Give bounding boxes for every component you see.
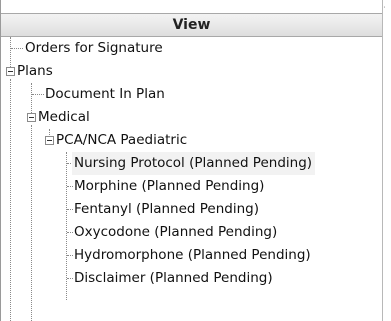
tree-node-disclaimer[interactable]: Disclaimer (Planned Pending) xyxy=(72,267,276,290)
tree-connector xyxy=(11,48,23,49)
resize-grip-icon: ⠄ xyxy=(383,3,388,10)
tree-node-orders-for-signature[interactable]: Orders for Signature xyxy=(23,37,166,60)
navigation-tree[interactable]: Orders for Signature Plans Document In P… xyxy=(1,37,382,321)
tree-node-pca-nca-paediatric[interactable]: PCA/NCA Paediatric xyxy=(54,129,190,152)
panel-header: View xyxy=(1,13,382,37)
tree-node-hydromorphone[interactable]: Hydromorphone (Planned Pending) xyxy=(72,244,314,267)
collapse-pca-nca-paediatric-icon[interactable] xyxy=(45,136,54,145)
tree-connector xyxy=(10,79,11,321)
tree-node-nursing-protocol[interactable]: Nursing Protocol (Planned Pending) xyxy=(72,152,316,175)
view-panel: View Orders for Signature Plans Document… xyxy=(0,0,383,321)
tree-node-plans[interactable]: Plans xyxy=(15,60,56,83)
tree-node-morphine[interactable]: Morphine (Planned Pending) xyxy=(72,175,267,198)
tree-connector xyxy=(31,125,32,321)
tree-node-fentanyl[interactable]: Fentanyl (Planned Pending) xyxy=(72,198,262,221)
tree-node-oxycodone[interactable]: Oxycodone (Planned Pending) xyxy=(72,221,280,244)
collapse-plans-icon[interactable] xyxy=(6,67,15,76)
collapse-medical-icon[interactable] xyxy=(27,113,36,122)
tree-node-medical[interactable]: Medical xyxy=(36,106,93,129)
tree-node-document-in-plan[interactable]: Document In Plan xyxy=(43,83,168,106)
